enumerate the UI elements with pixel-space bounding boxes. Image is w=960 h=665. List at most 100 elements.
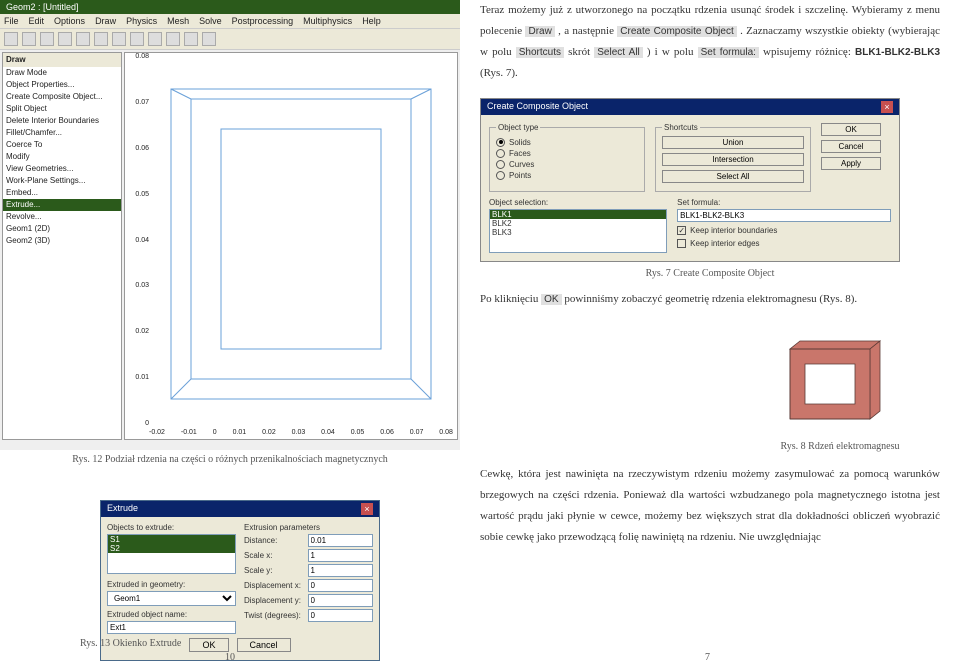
tree-item[interactable]: Object Properties... xyxy=(3,79,121,91)
y-tick: 0 xyxy=(127,420,149,427)
figure-12-caption: Rys. 12 Podział rdzenia na części o różn… xyxy=(0,454,460,465)
scaley-field[interactable] xyxy=(308,564,374,577)
dispy-field[interactable] xyxy=(308,594,374,607)
tree-item[interactable]: Extrude... xyxy=(3,199,121,211)
dispx-field[interactable] xyxy=(308,579,374,592)
radio-curves[interactable]: Curves xyxy=(496,160,638,169)
tree-item[interactable]: Geom2 (3D) xyxy=(3,235,121,247)
list-item[interactable]: S2 xyxy=(108,544,235,553)
tree-item[interactable]: Embed... xyxy=(3,187,121,199)
menu-bar[interactable]: File Edit Options Draw Physics Mesh Solv… xyxy=(0,14,460,29)
twist-label: Twist (degrees): xyxy=(244,611,304,620)
scaley-label: Scale y: xyxy=(244,566,304,575)
page-number: 10 xyxy=(225,652,235,663)
tree-item[interactable]: Coerce To xyxy=(3,139,121,151)
toolbar-button[interactable] xyxy=(130,32,144,46)
twist-field[interactable] xyxy=(308,609,374,622)
union-button[interactable]: Union xyxy=(662,136,804,149)
figure-8-caption: Rys. 8 Rdzeń elektromagnesu xyxy=(740,441,940,452)
select-all-button[interactable]: Select All xyxy=(662,170,804,183)
y-tick: 0.06 xyxy=(127,145,149,152)
dialog-buttons: OK Cancel Apply xyxy=(821,123,891,192)
menu-help[interactable]: Help xyxy=(362,16,381,26)
page-number: 7 xyxy=(705,652,710,663)
close-icon[interactable]: × xyxy=(361,503,373,515)
tree-item[interactable]: Split Object xyxy=(3,103,121,115)
toolbar-button[interactable] xyxy=(22,32,36,46)
y-tick: 0.04 xyxy=(127,237,149,244)
toolbar[interactable] xyxy=(0,29,460,50)
cancel-button[interactable]: Cancel xyxy=(821,140,881,153)
name-field[interactable] xyxy=(107,621,236,634)
geometry-svg xyxy=(151,59,451,419)
dialog-title: Create Composite Object xyxy=(487,101,588,113)
tree-item[interactable]: Fillet/Chamfer... xyxy=(3,127,121,139)
intersection-button[interactable]: Intersection xyxy=(662,153,804,166)
menu-options[interactable]: Options xyxy=(54,16,85,26)
tree-item[interactable]: Work-Plane Settings... xyxy=(3,175,121,187)
model-tree[interactable]: Draw Draw ModeObject Properties...Create… xyxy=(2,52,122,440)
figure-7-caption: Rys. 7 Create Composite Object xyxy=(480,268,940,279)
comsol-window: Geom2 : [Untitled] File Edit Options Dra… xyxy=(0,0,460,450)
radio-points[interactable]: Points xyxy=(496,171,638,180)
menu-postprocessing[interactable]: Postprocessing xyxy=(232,16,294,26)
close-icon[interactable]: × xyxy=(881,101,893,113)
toolbar-button[interactable] xyxy=(4,32,18,46)
object-selection-label: Object selection: xyxy=(489,198,667,207)
keep-boundaries-check[interactable]: ✓Keep interior boundaries xyxy=(677,226,891,235)
geom-select[interactable]: Geom1 xyxy=(107,591,236,606)
tree-item[interactable]: Modify xyxy=(3,151,121,163)
menu-edit[interactable]: Edit xyxy=(29,16,45,26)
list-item[interactable]: BLK3 xyxy=(490,228,666,237)
cancel-button[interactable]: Cancel xyxy=(237,638,291,652)
menu-solve[interactable]: Solve xyxy=(199,16,222,26)
distance-field[interactable] xyxy=(308,534,374,547)
ok-button[interactable]: OK xyxy=(189,638,228,652)
objects-list[interactable]: S1 S2 xyxy=(107,534,236,574)
extrude-dialog: Extrude × Objects to extrude: S1 S2 Extr… xyxy=(100,500,380,661)
formula-text: BLK1-BLK2-BLK3 xyxy=(855,47,940,58)
x-tick: -0.02 xyxy=(149,429,165,439)
tree-item[interactable]: View Geometries... xyxy=(3,163,121,175)
toolbar-button[interactable] xyxy=(76,32,90,46)
keep-edges-check[interactable]: Keep interior edges xyxy=(677,239,891,248)
tree-header: Draw xyxy=(3,53,121,67)
menu-multiphysics[interactable]: Multiphysics xyxy=(303,16,352,26)
toolbar-button[interactable] xyxy=(112,32,126,46)
menu-file[interactable]: File xyxy=(4,16,19,26)
toolbar-button[interactable] xyxy=(40,32,54,46)
params-label: Extrusion parameters xyxy=(244,523,373,532)
x-tick: -0.01 xyxy=(181,429,197,439)
tree-item[interactable]: Draw Mode xyxy=(3,67,121,79)
geometry-canvas[interactable]: 0.080.070.060.050.040.030.020.010 -0.02-… xyxy=(124,52,458,440)
dispx-label: Displacement x: xyxy=(244,581,304,590)
toolbar-button[interactable] xyxy=(148,32,162,46)
tree-item[interactable]: Create Composite Object... xyxy=(3,91,121,103)
y-tick: 0.08 xyxy=(127,53,149,60)
scalex-field[interactable] xyxy=(308,549,374,562)
radio-solids[interactable]: Solids xyxy=(496,138,638,147)
menu-physics[interactable]: Physics xyxy=(126,16,157,26)
list-item[interactable]: BLK1 xyxy=(490,210,666,219)
apply-button[interactable]: Apply xyxy=(821,157,881,170)
window-title: Geom2 : [Untitled] xyxy=(0,0,460,14)
radio-faces[interactable]: Faces xyxy=(496,149,638,158)
object-selection-list[interactable]: BLK1 BLK2 BLK3 xyxy=(489,209,667,253)
tree-item[interactable]: Geom1 (2D) xyxy=(3,223,121,235)
list-item[interactable]: BLK2 xyxy=(490,219,666,228)
list-item[interactable]: S1 xyxy=(108,535,235,544)
x-tick: 0.08 xyxy=(439,429,453,439)
toolbar-button[interactable] xyxy=(94,32,108,46)
create-composite-dialog: Create Composite Object × Object type So… xyxy=(480,98,900,262)
toolbar-button[interactable] xyxy=(184,32,198,46)
paragraph-1: Teraz możemy już z utworzonego na począt… xyxy=(480,0,940,84)
ok-button[interactable]: OK xyxy=(821,123,881,136)
toolbar-button[interactable] xyxy=(202,32,216,46)
tree-item[interactable]: Delete Interior Boundaries xyxy=(3,115,121,127)
menu-draw[interactable]: Draw xyxy=(95,16,116,26)
menu-mesh[interactable]: Mesh xyxy=(167,16,189,26)
toolbar-button[interactable] xyxy=(58,32,72,46)
tree-item[interactable]: Revolve... xyxy=(3,211,121,223)
toolbar-button[interactable] xyxy=(166,32,180,46)
formula-field[interactable] xyxy=(677,209,891,222)
